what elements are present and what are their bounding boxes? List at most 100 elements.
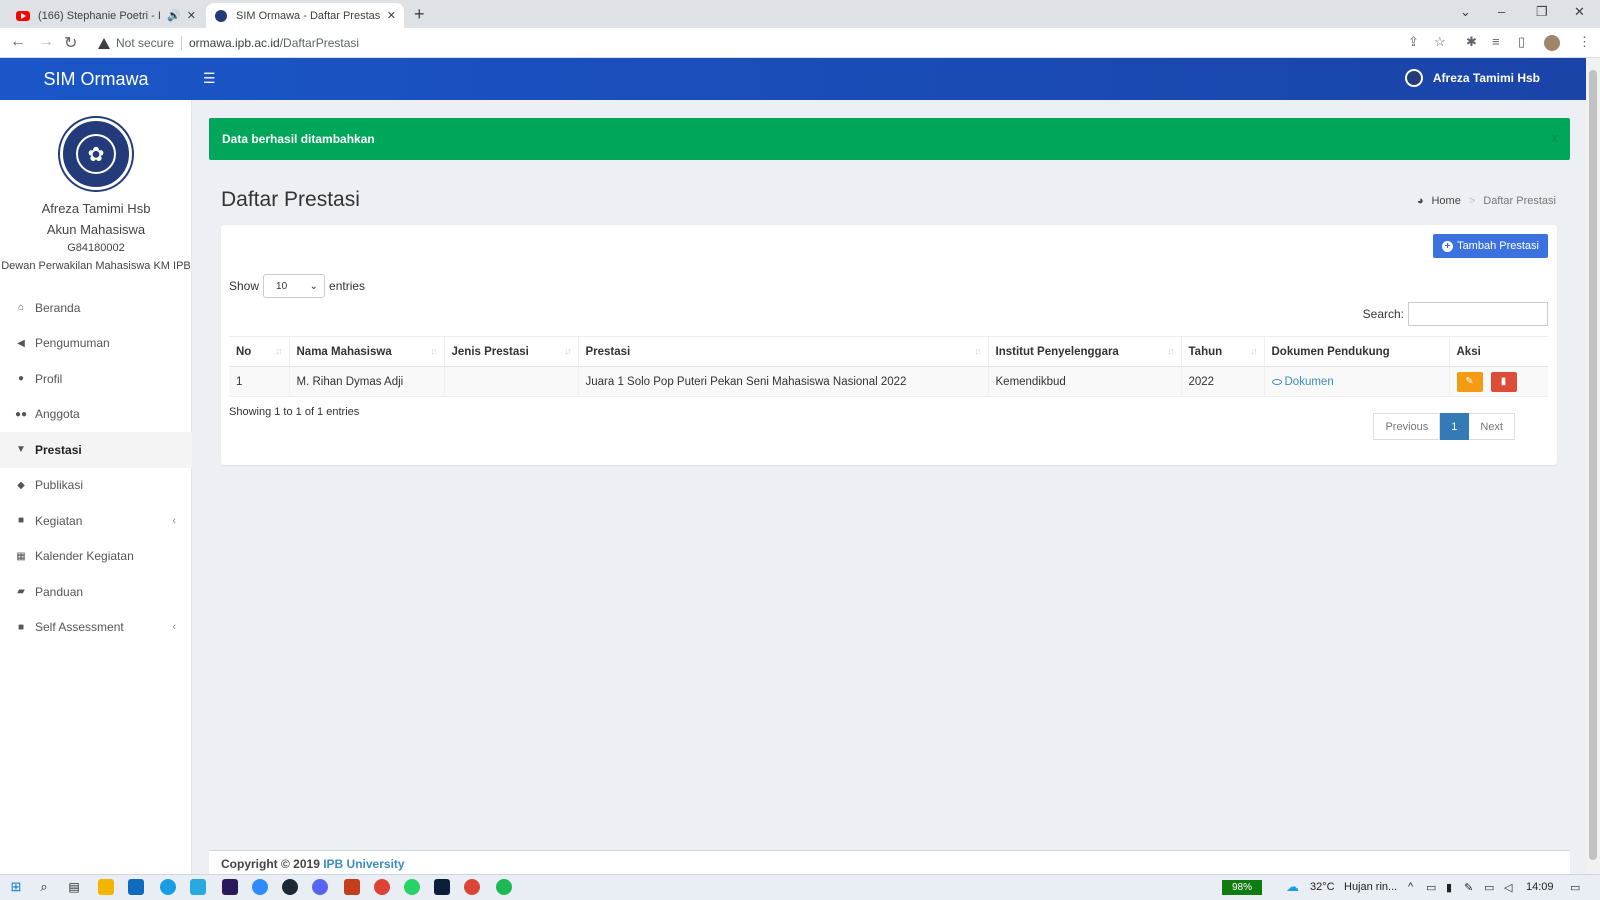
folder-icon: ■ bbox=[17, 621, 25, 633]
search-icon[interactable]: ⌕ bbox=[36, 879, 52, 895]
spotify-icon[interactable] bbox=[496, 879, 512, 895]
forward-icon[interactable]: → bbox=[38, 33, 54, 51]
code-editor-icon[interactable] bbox=[434, 879, 450, 895]
pagination-previous[interactable]: Previous bbox=[1373, 413, 1441, 440]
trash-icon: ▮ bbox=[1500, 376, 1507, 387]
sidebar-item-kalender-kegiatan[interactable]: ▦ Kalender Kegiatan bbox=[0, 539, 192, 575]
hamburger-menu-icon[interactable]: ☰ bbox=[203, 70, 216, 87]
column-header-nama[interactable]: Nama Mahasiswa ↓↑ bbox=[288, 336, 444, 367]
notifications-icon[interactable]: ▭ bbox=[1570, 881, 1580, 894]
warning-icon bbox=[98, 37, 110, 49]
show-label: Show bbox=[229, 279, 260, 293]
sidebar-item-self-assessment[interactable]: ■ Self Assessment ‹ bbox=[0, 610, 192, 646]
close-tab-icon[interactable]: ✕ bbox=[387, 9, 396, 22]
sidebar-item-label: Prestasi bbox=[35, 442, 82, 457]
sidebar-item-pengumuman[interactable]: ◀ Pengumuman bbox=[0, 326, 192, 362]
discord-icon[interactable] bbox=[312, 879, 328, 895]
add-prestasi-button[interactable]: + Tambah Prestasi bbox=[1433, 234, 1548, 258]
chevron-left-icon: ‹ bbox=[172, 514, 176, 527]
ipb-favicon-icon bbox=[214, 9, 228, 23]
delete-button[interactable]: ▮ bbox=[1490, 371, 1517, 392]
back-icon[interactable]: ← bbox=[10, 33, 26, 51]
edit-button[interactable]: ✎ bbox=[1456, 371, 1483, 392]
chrome-icon[interactable] bbox=[374, 879, 390, 895]
brand-logo-text[interactable]: SIM Ormawa bbox=[0, 58, 192, 100]
column-header-no[interactable]: No ↓↑ bbox=[229, 336, 289, 367]
search-input[interactable] bbox=[1408, 302, 1548, 326]
premiere-icon[interactable] bbox=[222, 879, 238, 895]
column-header-tahun[interactable]: Tahun ↓↑ bbox=[1180, 336, 1264, 367]
dokumen-link[interactable]: Dokumen bbox=[1271, 376, 1334, 388]
column-header-aksi: Aksi bbox=[1448, 336, 1548, 367]
mail-icon[interactable] bbox=[128, 879, 144, 895]
minimize-icon[interactable]: – bbox=[1498, 4, 1505, 19]
bookmark-star-icon[interactable]: ☆ bbox=[1434, 34, 1446, 50]
column-header-prestasi[interactable]: Prestasi ↓↑ bbox=[577, 336, 988, 367]
sidebar-item-panduan[interactable]: ▰ Panduan bbox=[0, 574, 192, 610]
extensions-icon[interactable]: ✱ bbox=[1466, 34, 1477, 50]
footer-ipb-link[interactable]: IPB University bbox=[323, 857, 404, 871]
user-avatar bbox=[1404, 69, 1423, 87]
column-header-institut[interactable]: Institut Penyelenggara ↓↑ bbox=[987, 336, 1181, 367]
task-view-icon[interactable]: ▤ bbox=[66, 879, 82, 895]
page-scrollbar[interactable] bbox=[1586, 58, 1600, 874]
alert-close-button[interactable]: x bbox=[1552, 130, 1559, 145]
sidebar-user-nim: G84180002 bbox=[67, 242, 125, 254]
browser-menu-icon[interactable]: ⋮ bbox=[1578, 34, 1591, 50]
volume-icon[interactable]: ◁ bbox=[1504, 881, 1512, 894]
scrollbar-thumb[interactable] bbox=[1589, 70, 1597, 860]
microphone-icon[interactable]: ▮ bbox=[1446, 881, 1452, 894]
profile-avatar[interactable] bbox=[1544, 35, 1560, 51]
sidebar-item-prestasi[interactable]: ▼ Prestasi bbox=[0, 432, 192, 468]
breadcrumb-home[interactable]: Home bbox=[1431, 195, 1460, 207]
browser-tab-youtube[interactable]: (166) Stephanie Poetri - I Lov 🔊 ✕ bbox=[8, 3, 204, 28]
temperature[interactable]: 32°C bbox=[1310, 881, 1335, 893]
cell-prestasi: Juara 1 Solo Pop Puteri Pekan Seni Mahas… bbox=[577, 366, 988, 397]
steam-icon[interactable] bbox=[282, 879, 298, 895]
header-user-menu[interactable]: Afreza Tamimi Hsb bbox=[1404, 69, 1540, 87]
footer-copyright: Copyright © 2019 bbox=[221, 857, 320, 871]
media-control-icon[interactable]: ≡ bbox=[1492, 34, 1500, 49]
weather-condition[interactable]: Hujan rin... bbox=[1344, 881, 1397, 893]
file-explorer-icon[interactable] bbox=[98, 879, 114, 895]
add-prestasi-label: Tambah Prestasi bbox=[1457, 240, 1539, 252]
cell-no: 1 bbox=[229, 366, 289, 397]
chevron-up-icon[interactable]: ^ bbox=[1408, 881, 1413, 893]
battery-indicator[interactable]: 98% bbox=[1222, 880, 1262, 895]
side-panel-icon[interactable]: ▯ bbox=[1518, 34, 1525, 50]
powerpoint-icon[interactable] bbox=[344, 879, 360, 895]
speaker-icon[interactable]: 🔊 bbox=[167, 9, 181, 22]
system-tray-icon[interactable]: ▭ bbox=[1426, 881, 1436, 894]
sidebar-item-beranda[interactable]: ⌂ Beranda bbox=[0, 290, 192, 326]
whatsapp-icon[interactable] bbox=[404, 879, 420, 895]
sidebar-item-label: Profil bbox=[35, 371, 63, 386]
lync-icon[interactable] bbox=[190, 879, 206, 895]
clock-time[interactable]: 14:09 bbox=[1526, 881, 1554, 893]
edge-icon[interactable] bbox=[160, 879, 176, 895]
sidebar-item-profil[interactable]: ● Profil bbox=[0, 361, 192, 397]
url-field[interactable]: ormawa.ipb.ac.id/DaftarPrestasi bbox=[189, 36, 359, 50]
restore-icon[interactable]: ❐ bbox=[1536, 4, 1548, 20]
chevron-left-icon: ‹ bbox=[172, 621, 176, 634]
tab-list-icon[interactable]: ⌄ bbox=[1460, 4, 1471, 20]
network-icon[interactable]: ▭ bbox=[1484, 881, 1494, 894]
pagination-next[interactable]: Next bbox=[1469, 413, 1515, 440]
security-indicator[interactable]: Not secure bbox=[98, 36, 174, 50]
column-header-jenis[interactable]: Jenis Prestasi ↓↑ bbox=[443, 336, 578, 367]
new-tab-icon[interactable]: + bbox=[414, 4, 425, 25]
chrome-active-icon[interactable] bbox=[464, 879, 480, 895]
browser-tab-active[interactable]: SIM Ormawa - Daftar Prestasi ✕ bbox=[206, 3, 404, 28]
page-length-select[interactable]: 10 ⌄ bbox=[263, 274, 326, 298]
cell-nama: M. Rihan Dymas Adji bbox=[288, 366, 444, 397]
sidebar-item-publikasi[interactable]: ◆ Publikasi bbox=[0, 468, 192, 504]
share-icon[interactable]: ⇪ bbox=[1408, 34, 1419, 50]
windows-start-icon[interactable]: ⊞ bbox=[8, 879, 24, 895]
zoom-icon[interactable] bbox=[252, 879, 268, 895]
reload-icon[interactable]: ↻ bbox=[64, 33, 77, 53]
close-window-icon[interactable]: ✕ bbox=[1574, 4, 1585, 20]
sidebar-item-kegiatan[interactable]: ■ Kegiatan ‹ bbox=[0, 503, 192, 539]
pagination-page-1[interactable]: 1 bbox=[1440, 413, 1470, 440]
close-tab-icon[interactable]: ✕ bbox=[187, 9, 196, 22]
pen-icon[interactable]: ✎ bbox=[1464, 881, 1473, 894]
sidebar-item-anggota[interactable]: ●● Anggota bbox=[0, 397, 192, 433]
